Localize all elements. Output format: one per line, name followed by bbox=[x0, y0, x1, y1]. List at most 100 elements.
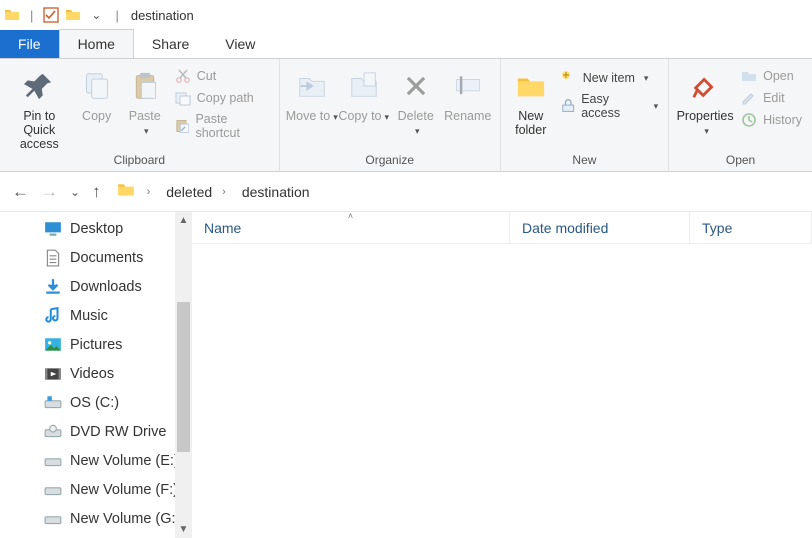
ribbon-tabs: File Home Share View bbox=[0, 30, 812, 58]
tab-view[interactable]: View bbox=[207, 30, 273, 58]
music-icon bbox=[44, 307, 62, 325]
drive-icon bbox=[44, 510, 62, 528]
group-label-clipboard: Clipboard bbox=[6, 151, 273, 169]
chevron-down-icon: ▾ bbox=[704, 126, 709, 136]
pin-icon bbox=[24, 71, 54, 101]
chevron-down-icon: ▾ bbox=[644, 73, 649, 84]
chevron-down-icon: ▾ bbox=[385, 112, 390, 122]
open-icon bbox=[741, 68, 757, 84]
paste-shortcut-icon bbox=[175, 118, 190, 134]
nav-item-dvd-drive[interactable]: DVD RW Drive bbox=[0, 417, 192, 446]
paste-button[interactable]: Paste▾ bbox=[121, 63, 169, 138]
desktop-icon bbox=[44, 220, 62, 238]
cut-button[interactable]: Cut bbox=[173, 67, 271, 85]
ribbon: Pin to Quick access Copy Paste▾ Cut Copy… bbox=[0, 59, 812, 172]
file-list-empty bbox=[192, 244, 812, 538]
folder-icon bbox=[117, 181, 135, 202]
nav-item-downloads[interactable]: Downloads bbox=[0, 272, 192, 301]
separator: | bbox=[111, 8, 122, 23]
up-button[interactable]: ↑ bbox=[92, 182, 101, 202]
scrollbar-thumb[interactable] bbox=[177, 302, 190, 452]
title-bar: | ⌄ | destination bbox=[0, 0, 812, 30]
easy-access-button[interactable]: Easy access▾ bbox=[559, 91, 660, 121]
copy-button[interactable]: Copy bbox=[73, 63, 121, 123]
documents-icon bbox=[44, 249, 62, 267]
new-item-button[interactable]: New item▾ bbox=[559, 69, 660, 87]
quick-access-toolbar: | ⌄ | bbox=[4, 7, 123, 23]
move-to-button[interactable]: Move to▾ bbox=[286, 63, 338, 124]
open-button[interactable]: Open bbox=[739, 67, 804, 85]
address-bar[interactable]: › deleted› destination bbox=[113, 178, 812, 206]
paste-icon bbox=[131, 71, 159, 101]
group-open: Properties▾ Open Edit History Open bbox=[669, 59, 812, 171]
copy-path-button[interactable]: Copy path bbox=[173, 89, 271, 107]
nav-item-pictures[interactable]: Pictures bbox=[0, 330, 192, 359]
chevron-down-icon: ▾ bbox=[415, 126, 420, 136]
checkbox-icon[interactable] bbox=[43, 7, 59, 23]
history-button[interactable]: History bbox=[739, 111, 804, 129]
column-headers: Name ˄ Date modified Type bbox=[192, 212, 812, 244]
group-clipboard: Pin to Quick access Copy Paste▾ Cut Copy… bbox=[0, 59, 280, 171]
nav-item-videos[interactable]: Videos bbox=[0, 359, 192, 388]
column-type[interactable]: Type bbox=[690, 212, 812, 243]
scrollbar[interactable]: ▲ ▼ bbox=[175, 212, 192, 538]
history-icon bbox=[741, 112, 757, 128]
copy-to-icon bbox=[348, 71, 380, 101]
move-to-icon bbox=[296, 71, 328, 101]
nav-item-drive-c[interactable]: OS (C:) bbox=[0, 388, 192, 417]
breadcrumb-item[interactable]: destination bbox=[238, 182, 314, 202]
folder-icon[interactable] bbox=[65, 7, 81, 23]
delete-icon bbox=[403, 73, 429, 99]
chevron-down-icon: ▾ bbox=[144, 126, 149, 136]
pictures-icon bbox=[44, 336, 62, 354]
paste-shortcut-button[interactable]: Paste shortcut bbox=[173, 111, 271, 141]
new-folder-button[interactable]: New folder bbox=[507, 63, 555, 137]
file-list: Name ˄ Date modified Type bbox=[192, 212, 812, 538]
downloads-icon bbox=[44, 278, 62, 296]
nav-item-drive-e[interactable]: New Volume (E:) bbox=[0, 446, 192, 475]
cut-icon bbox=[175, 68, 191, 84]
nav-item-drive-f[interactable]: New Volume (F:) bbox=[0, 475, 192, 504]
dvd-drive-icon bbox=[44, 423, 62, 441]
properties-button[interactable]: Properties▾ bbox=[675, 63, 735, 138]
folder-icon bbox=[4, 7, 20, 23]
navigation-bar: ← → ⌄ ↑ › deleted› destination bbox=[0, 172, 812, 212]
column-date-modified[interactable]: Date modified bbox=[510, 212, 690, 243]
new-folder-icon bbox=[514, 71, 548, 101]
videos-icon bbox=[44, 365, 62, 383]
window-title: destination bbox=[123, 8, 194, 23]
breadcrumb-item[interactable]: deleted› bbox=[162, 182, 234, 202]
tab-file[interactable]: File bbox=[0, 30, 59, 58]
scroll-up-icon[interactable]: ▲ bbox=[175, 212, 192, 229]
recent-locations-button[interactable]: ⌄ bbox=[70, 185, 80, 199]
group-new: New folder New item▾ Easy access▾ New bbox=[501, 59, 669, 171]
rename-button[interactable]: Rename bbox=[442, 63, 494, 123]
chevron-right-icon[interactable]: › bbox=[218, 186, 230, 198]
edit-button[interactable]: Edit bbox=[739, 89, 804, 107]
new-item-icon bbox=[561, 70, 577, 86]
nav-item-drive-g[interactable]: New Volume (G:) bbox=[0, 504, 192, 533]
pin-to-quick-access-button[interactable]: Pin to Quick access bbox=[6, 63, 73, 151]
drive-icon bbox=[44, 452, 62, 470]
edit-icon bbox=[741, 90, 757, 106]
properties-icon bbox=[690, 71, 720, 101]
qat-dropdown-icon[interactable]: ⌄ bbox=[87, 8, 105, 22]
column-name[interactable]: Name ˄ bbox=[192, 212, 510, 243]
rename-icon bbox=[453, 73, 483, 99]
forward-button[interactable]: → bbox=[41, 182, 58, 202]
back-button[interactable]: ← bbox=[12, 182, 29, 202]
group-organize: Move to▾ Copy to▾ Delete▾ Rename Organiz… bbox=[280, 59, 501, 171]
easy-access-icon bbox=[561, 98, 575, 114]
chevron-right-icon[interactable]: › bbox=[143, 186, 155, 198]
delete-button[interactable]: Delete▾ bbox=[390, 63, 442, 138]
separator: | bbox=[26, 8, 37, 23]
chevron-down-icon: ▾ bbox=[654, 101, 659, 112]
tab-home[interactable]: Home bbox=[59, 29, 134, 58]
nav-item-documents[interactable]: Documents bbox=[0, 243, 192, 272]
nav-item-desktop[interactable]: Desktop bbox=[0, 214, 192, 243]
nav-item-music[interactable]: Music bbox=[0, 301, 192, 330]
group-label-organize: Organize bbox=[286, 151, 494, 169]
copy-to-button[interactable]: Copy to▾ bbox=[338, 63, 390, 124]
tab-share[interactable]: Share bbox=[134, 30, 207, 58]
scroll-down-icon[interactable]: ▼ bbox=[175, 521, 192, 538]
